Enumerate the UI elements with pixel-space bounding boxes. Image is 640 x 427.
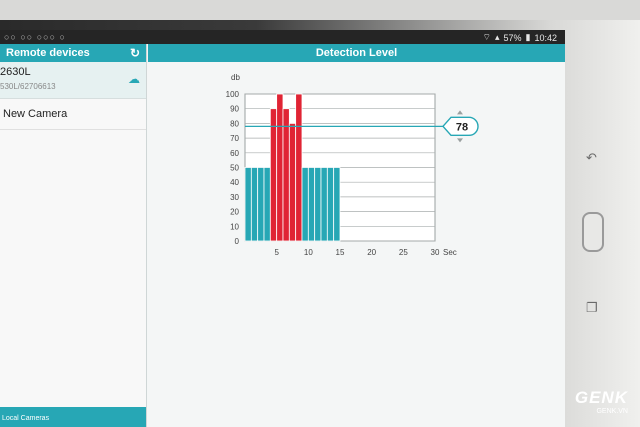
y-tick-label: 40 bbox=[230, 178, 239, 187]
status-right: ⌔ ▴ 57% ▮ 10:42 bbox=[483, 32, 558, 43]
y-tick-label: 0 bbox=[235, 237, 240, 246]
wifi-icon: ⌔ bbox=[482, 32, 491, 42]
bar bbox=[295, 93, 303, 242]
arrow-down-icon bbox=[457, 138, 463, 143]
x-tick-label: 20 bbox=[367, 248, 376, 257]
battery-percent: 57% bbox=[503, 32, 522, 43]
cloud-icon: ☁ bbox=[128, 72, 140, 86]
status-bar: ○○ ○○ ○○○ ○ ⌔ ▴ 57% ▮ 10:42 bbox=[0, 30, 565, 44]
bar bbox=[326, 167, 335, 242]
bar bbox=[301, 167, 309, 242]
y-tick-label: 90 bbox=[230, 105, 239, 114]
y-tick-label: 60 bbox=[230, 149, 239, 158]
back-key-icon[interactable]: ↶ bbox=[586, 150, 597, 166]
bar bbox=[333, 167, 341, 242]
battery-icon: ▮ bbox=[525, 32, 531, 42]
bar bbox=[276, 93, 284, 242]
signal-icon: ▴ bbox=[494, 32, 500, 42]
device-item[interactable]: New Camera bbox=[0, 99, 146, 130]
x-tick-label: 10 bbox=[304, 248, 313, 257]
device-name: New Camera bbox=[3, 108, 68, 120]
bar bbox=[282, 108, 290, 242]
x-axis-label: Sec bbox=[443, 248, 457, 257]
y-tick-label: 30 bbox=[230, 193, 239, 202]
sidebar-header: Remote devices ↻ bbox=[0, 44, 146, 62]
x-tick-label: 5 bbox=[274, 248, 279, 257]
x-tick-label: 25 bbox=[399, 248, 408, 257]
home-button[interactable] bbox=[582, 212, 604, 252]
bar bbox=[288, 123, 297, 242]
watermark: GENK GENK.VN bbox=[575, 388, 628, 415]
bar bbox=[307, 167, 316, 242]
threshold-marker[interactable]: 78 bbox=[442, 110, 479, 143]
local-cameras-tab[interactable]: Local Cameras bbox=[0, 407, 146, 427]
y-tick-label: 50 bbox=[230, 164, 239, 173]
main-panel: Detection Level 0 10 20 30 40 50 60 70 80 90 100 5 1… bbox=[148, 44, 565, 427]
recent-apps-icon[interactable]: ❐ bbox=[586, 300, 598, 316]
y-axis-label: db bbox=[231, 73, 240, 82]
bar bbox=[320, 167, 328, 242]
y-tick-label: 80 bbox=[230, 119, 239, 128]
bar bbox=[263, 167, 271, 242]
x-tick-label: 15 bbox=[336, 248, 345, 257]
sidebar-title: Remote devices bbox=[6, 47, 90, 59]
y-tick-label: 100 bbox=[226, 90, 240, 99]
device-item[interactable]: 2630L 530L/62706613 ☁ bbox=[0, 62, 146, 99]
local-cameras-label: Local Cameras bbox=[2, 415, 50, 422]
threshold-value: 78 bbox=[456, 121, 468, 133]
detection-level-chart: 0 10 20 30 40 50 60 70 80 90 100 5 10 15 20 25 30 db Sec 78 bbox=[226, 73, 479, 257]
arrow-up-icon bbox=[457, 110, 463, 115]
x-tick-label: 30 bbox=[431, 248, 440, 257]
y-tick-label: 70 bbox=[230, 134, 239, 143]
bar bbox=[257, 167, 265, 242]
y-tick-label: 20 bbox=[230, 208, 239, 217]
clock: 10:42 bbox=[534, 32, 557, 43]
bar bbox=[269, 108, 278, 242]
notification-icons: ○○ ○○ ○○○ ○ bbox=[4, 32, 66, 42]
refresh-icon[interactable]: ↻ bbox=[130, 46, 140, 60]
watermark-url: GENK.VN bbox=[596, 408, 628, 415]
bar bbox=[314, 167, 322, 242]
bar bbox=[250, 167, 259, 242]
y-tick-label: 10 bbox=[230, 222, 239, 231]
device-id: 530L/62706613 bbox=[0, 82, 56, 91]
bar bbox=[244, 167, 252, 242]
sidebar: Remote devices ↻ 2630L 530L/62706613 ☁ N… bbox=[0, 44, 147, 427]
tablet-top-bezel bbox=[0, 0, 640, 20]
device-name: 2630L bbox=[0, 66, 31, 78]
watermark-brand: GENK bbox=[574, 388, 628, 407]
